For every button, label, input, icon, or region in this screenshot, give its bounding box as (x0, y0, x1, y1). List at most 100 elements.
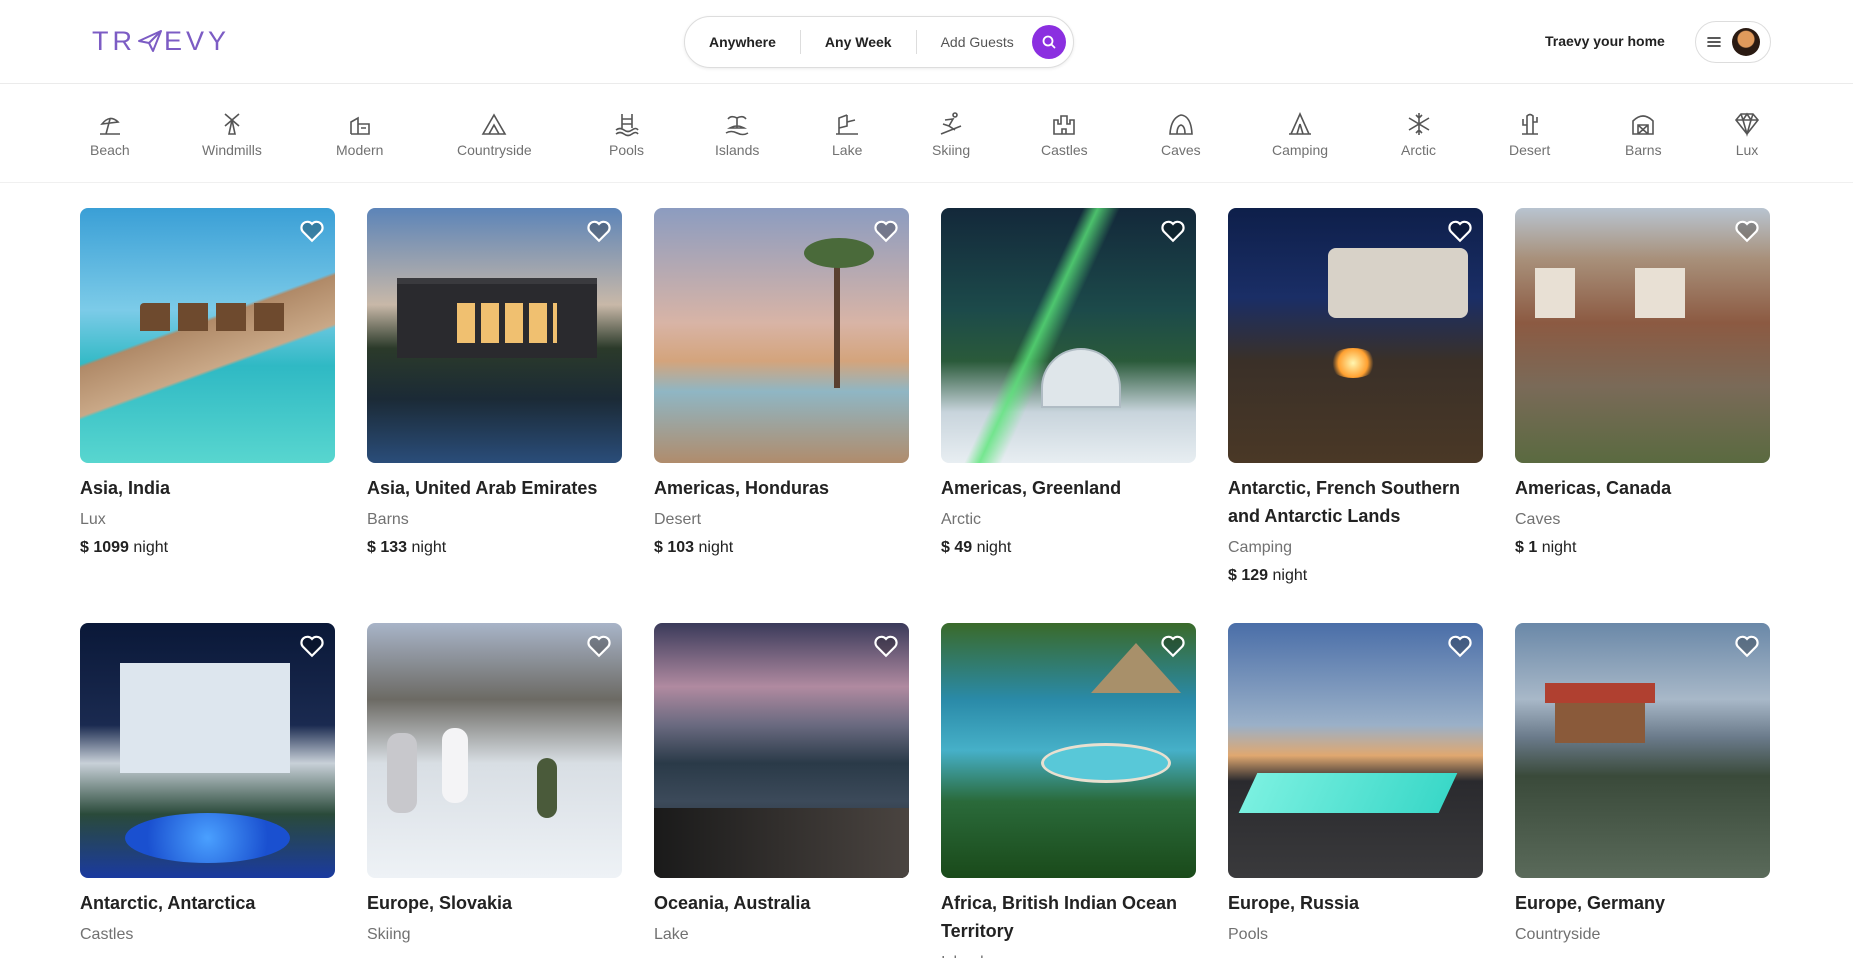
favorite-heart-icon[interactable] (1734, 633, 1760, 659)
listing-photo[interactable] (367, 208, 622, 463)
search-button[interactable] (1032, 25, 1066, 59)
listing-card[interactable]: Europe, Slovakia Skiing (367, 623, 622, 949)
category-label: Camping (1272, 142, 1329, 158)
host-your-home-link[interactable]: Traevy your home (1545, 33, 1665, 49)
favorite-heart-icon[interactable] (873, 218, 899, 244)
favorite-heart-icon[interactable] (1447, 633, 1473, 659)
listing-photo[interactable] (80, 208, 335, 463)
listing-price: $ 49 night (941, 534, 1196, 562)
listing-category: Lake (654, 926, 689, 943)
category-desert[interactable]: Desert (1509, 110, 1550, 158)
listing-category: Castles (80, 926, 134, 943)
price-amount: $ 1099 (80, 539, 129, 556)
listing-price: $ 133 night (367, 534, 622, 562)
listing-photo[interactable] (80, 623, 335, 878)
listing-price: $ 103 night (654, 534, 909, 562)
listing-card[interactable]: Antarctic, Antarctica Castles (80, 623, 335, 949)
listing-category: Arctic (941, 511, 981, 528)
favorite-heart-icon[interactable] (299, 633, 325, 659)
category-label: Arctic (1401, 142, 1436, 158)
category-camping[interactable]: Camping (1272, 110, 1328, 158)
category-label: Windmills (202, 142, 262, 158)
camping-icon (1289, 112, 1312, 135)
search-divider (915, 30, 917, 54)
price-amount: $ 1 (1515, 539, 1538, 556)
listing-title: Americas, Canada (1515, 478, 1672, 498)
anywhere-button[interactable]: Anywhere (709, 34, 776, 50)
category-skiing[interactable]: Skiing (932, 110, 970, 158)
category-windmills[interactable]: Windmills (202, 110, 262, 158)
favorite-heart-icon[interactable] (1160, 218, 1186, 244)
category-barns[interactable]: Barns (1625, 110, 1662, 158)
category-islands[interactable]: Islands (715, 110, 759, 158)
category-modern[interactable]: Modern (336, 110, 383, 158)
skiing-icon (940, 112, 962, 135)
favorite-heart-icon[interactable] (873, 633, 899, 659)
favorite-heart-icon[interactable] (1734, 218, 1760, 244)
listing-card[interactable]: Asia, India Lux $ 1099 night (80, 208, 335, 562)
listing-card[interactable]: Asia, United Arab Emirates Barns $ 133 n… (367, 208, 622, 562)
category-label: Islands (715, 142, 760, 158)
listing-card[interactable]: Antarctic, French Southern and Antarctic… (1228, 208, 1483, 590)
add-guests-button[interactable]: Add Guests (941, 34, 1014, 50)
category-lake[interactable]: Lake (832, 110, 862, 158)
listing-price: $ 1 night (1515, 534, 1770, 562)
listing-category: Lux (80, 511, 106, 528)
listing-title: Europe, Germany (1515, 893, 1666, 913)
search-bar[interactable]: Anywhere Any Week Add Guests (684, 16, 1074, 68)
user-menu-button[interactable] (1695, 21, 1771, 63)
listing-card[interactable]: Americas, Canada Caves $ 1 night (1515, 208, 1770, 562)
category-castles[interactable]: Castles (1041, 110, 1088, 158)
listing-category: Countryside (1515, 926, 1601, 943)
listing-category: Pools (1228, 926, 1269, 943)
price-unit: night (698, 539, 734, 556)
listing-card[interactable]: Americas, Honduras Desert $ 103 night (654, 208, 909, 562)
logo-text-left: TR (92, 25, 136, 56)
favorite-heart-icon[interactable] (1160, 633, 1186, 659)
brand-logo[interactable]: TR EVY (92, 26, 230, 56)
favorite-heart-icon[interactable] (586, 633, 612, 659)
category-pools[interactable]: Pools (609, 110, 644, 158)
category-label: Skiing (932, 142, 971, 158)
price-amount: $ 129 (1228, 567, 1269, 584)
price-unit: night (411, 539, 447, 556)
listing-category: Skiing (367, 926, 411, 943)
price-unit: night (133, 539, 169, 556)
snowflake-icon (1408, 113, 1429, 135)
listing-price: $ 129 night (1228, 562, 1483, 590)
listing-card[interactable]: Europe, Russia Pools (1228, 623, 1483, 949)
listing-photo[interactable] (1228, 208, 1483, 463)
category-caves[interactable]: Caves (1161, 110, 1201, 158)
category-label: Castles (1041, 142, 1088, 158)
category-countryside[interactable]: Countryside (457, 110, 532, 158)
top-header: TR EVY Anywhere Any Week Add Guests Trae… (0, 0, 1853, 84)
listing-photo[interactable] (1228, 623, 1483, 878)
listing-photo[interactable] (654, 623, 909, 878)
category-lux[interactable]: Lux (1733, 110, 1761, 158)
listing-photo[interactable] (654, 208, 909, 463)
listing-photo[interactable] (1515, 623, 1770, 878)
search-divider (799, 30, 801, 54)
listing-card[interactable]: Oceania, Australia Lake (654, 623, 909, 949)
listing-card[interactable]: Europe, Germany Countryside (1515, 623, 1770, 949)
pool-icon (615, 114, 639, 137)
listing-title: Oceania, Australia (654, 893, 811, 913)
listing-card[interactable]: Africa, British Indian Ocean Territory I… (941, 623, 1196, 958)
listing-photo[interactable] (367, 623, 622, 878)
listing-photo[interactable] (941, 623, 1196, 878)
listing-card[interactable]: Americas, Greenland Arctic $ 49 night (941, 208, 1196, 562)
any-week-button[interactable]: Any Week (825, 34, 892, 50)
listing-photo[interactable] (941, 208, 1196, 463)
category-beach[interactable]: Beach (90, 110, 130, 158)
price-unit: night (1541, 539, 1577, 556)
favorite-heart-icon[interactable] (1447, 218, 1473, 244)
category-label: Lux (1735, 142, 1759, 158)
category-label: Desert (1509, 142, 1551, 158)
listing-photo[interactable] (1515, 208, 1770, 463)
island-icon (725, 115, 749, 136)
favorite-heart-icon[interactable] (299, 218, 325, 244)
category-arctic[interactable]: Arctic (1401, 110, 1436, 158)
windmill-icon (224, 113, 240, 135)
price-unit: night (976, 539, 1012, 556)
favorite-heart-icon[interactable] (586, 218, 612, 244)
